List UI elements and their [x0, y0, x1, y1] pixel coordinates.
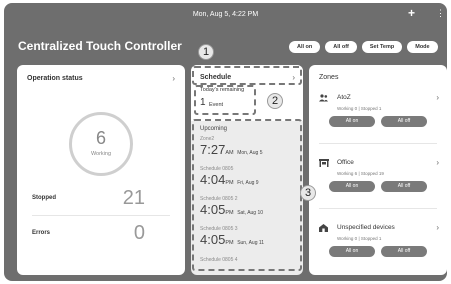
zone-counts: Working 0 | Stopped 1: [337, 106, 382, 111]
set-temp-button[interactable]: Set Temp: [361, 41, 403, 53]
schedule-header-highlight: [192, 66, 302, 85]
zones-card: Zones AtoZ › Working 0 | Stopped 1 All o…: [309, 65, 447, 275]
upcoming-highlight: [192, 119, 302, 271]
zone-all-on-button[interactable]: All on: [329, 116, 375, 127]
zone-all-off-button[interactable]: All off: [381, 181, 427, 192]
chevron-right-icon[interactable]: ›: [436, 159, 439, 167]
zone-all-off-button[interactable]: All off: [381, 116, 427, 127]
zone-name: Unspecified devices: [337, 224, 395, 231]
zone-all-on-button[interactable]: All on: [329, 181, 375, 192]
divider: [319, 143, 437, 144]
zone-counts: Working 6 | Stopped 19: [337, 171, 384, 176]
operation-status-title: Operation status: [27, 75, 83, 82]
working-count: Working 6: [337, 171, 358, 176]
status-datetime: Mon, Aug 5, 4:22 PM: [192, 11, 259, 18]
callout-2: 2: [267, 93, 283, 109]
chevron-right-icon[interactable]: ›: [436, 224, 439, 232]
errors-value: 0: [133, 222, 145, 244]
zone-all-off-button[interactable]: All off: [381, 246, 427, 257]
more-options-icon[interactable]: ⋮: [436, 9, 445, 18]
divider: [319, 208, 437, 209]
header-actions: All on All off Set Temp Mode: [289, 41, 438, 53]
zone-item-office[interactable]: Office › Working 6 | Stopped 19 All on A…: [309, 159, 447, 199]
working-label: Working: [90, 151, 112, 157]
office-icon: [319, 159, 329, 169]
building-icon: [319, 224, 328, 234]
working-count: Working 0: [337, 236, 358, 241]
zone-item-unspecified[interactable]: Unspecified devices › Working 0 | Stoppe…: [309, 224, 447, 264]
chevron-right-icon[interactable]: ›: [436, 94, 439, 102]
zone-name: AtoZ: [337, 94, 351, 101]
callout-1: 1: [198, 44, 214, 60]
people-icon: [319, 94, 328, 104]
errors-label: Errors: [32, 230, 51, 236]
stopped-label: Stopped: [32, 195, 56, 201]
working-ring: 6 Working: [69, 112, 133, 176]
operation-status-card[interactable]: Operation status › 6 Working Stopped 21 …: [17, 65, 185, 275]
zone-all-on-button[interactable]: All on: [329, 246, 375, 257]
chevron-right-icon[interactable]: ›: [172, 74, 175, 83]
zone-counts: Working 0 | Stopped 1: [337, 236, 382, 241]
stopped-value: 21: [122, 187, 145, 209]
zones-title: Zones: [319, 74, 339, 81]
controller-screen: Mon, Aug 5, 4:22 PM + ⋮ Centralized Touc…: [4, 3, 447, 281]
page-title: Centralized Touch Controller: [18, 39, 182, 53]
stopped-count: Stopped 1: [360, 106, 382, 111]
remaining-highlight: [194, 85, 256, 115]
add-button[interactable]: +: [408, 7, 415, 19]
all-on-button[interactable]: All on: [289, 41, 321, 53]
zone-item-atoz[interactable]: AtoZ › Working 0 | Stopped 1 All on All …: [309, 94, 447, 134]
working-count: Working 0: [337, 106, 358, 111]
stopped-count: Stopped 1: [360, 236, 382, 241]
working-count: 6: [95, 128, 106, 148]
mode-button[interactable]: Mode: [407, 41, 438, 53]
all-off-button[interactable]: All off: [325, 41, 357, 53]
stopped-count: Stopped 19: [360, 171, 384, 176]
divider: [32, 215, 170, 216]
callout-3: 3: [300, 185, 316, 201]
zone-name: Office: [337, 159, 354, 166]
